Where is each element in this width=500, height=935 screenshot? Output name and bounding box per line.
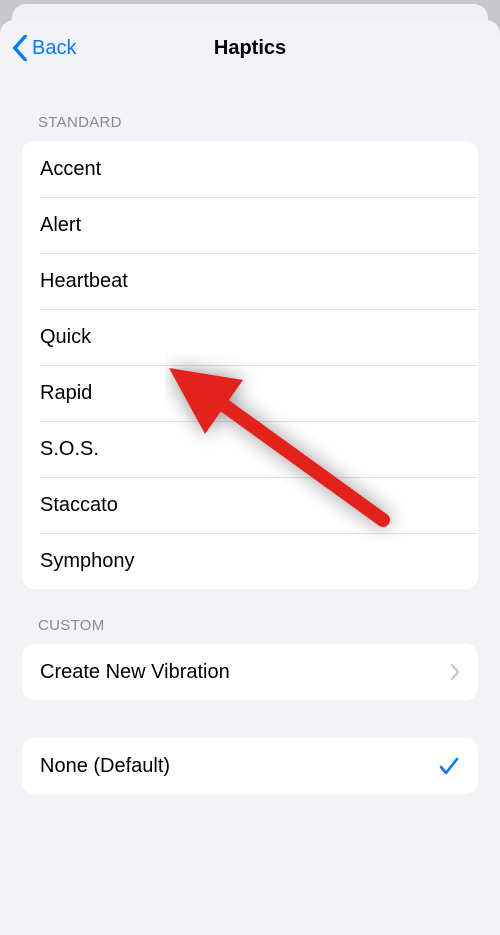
haptic-option-accent[interactable]: Accent [22,141,478,197]
option-label: Symphony [40,550,135,573]
haptic-option-rapid[interactable]: Rapid [22,365,478,421]
haptic-option-quick[interactable]: Quick [22,309,478,365]
haptic-option-none[interactable]: None (Default) [22,738,478,794]
haptic-option-sos[interactable]: S.O.S. [22,421,478,477]
chevron-left-icon [12,35,28,61]
standard-list: Accent Alert Heartbeat Quick Rapid S.O.S… [22,141,478,589]
page-title: Haptics [214,37,286,60]
option-label: Accent [40,158,101,181]
option-label: Rapid [40,382,92,405]
back-label: Back [32,37,76,60]
option-label: Alert [40,214,81,237]
create-new-vibration[interactable]: Create New Vibration [22,644,478,700]
haptic-option-heartbeat[interactable]: Heartbeat [22,253,478,309]
none-list: None (Default) [22,738,478,794]
custom-list: Create New Vibration [22,644,478,700]
option-label: None (Default) [40,755,170,778]
section-header-standard: Standard [0,76,500,141]
nav-bar: Back Haptics [0,20,500,76]
haptics-sheet: Back Haptics Standard Accent Alert Heart… [0,20,500,935]
section-header-custom: Custom [0,589,500,644]
haptic-option-symphony[interactable]: Symphony [22,533,478,589]
option-label: S.O.S. [40,438,99,461]
create-label: Create New Vibration [40,661,230,684]
haptic-option-alert[interactable]: Alert [22,197,478,253]
chevron-right-icon [450,664,460,680]
haptic-option-staccato[interactable]: Staccato [22,477,478,533]
back-button[interactable]: Back [12,20,76,76]
checkmark-icon [438,755,460,777]
option-label: Staccato [40,494,118,517]
option-label: Heartbeat [40,270,128,293]
option-label: Quick [40,326,91,349]
